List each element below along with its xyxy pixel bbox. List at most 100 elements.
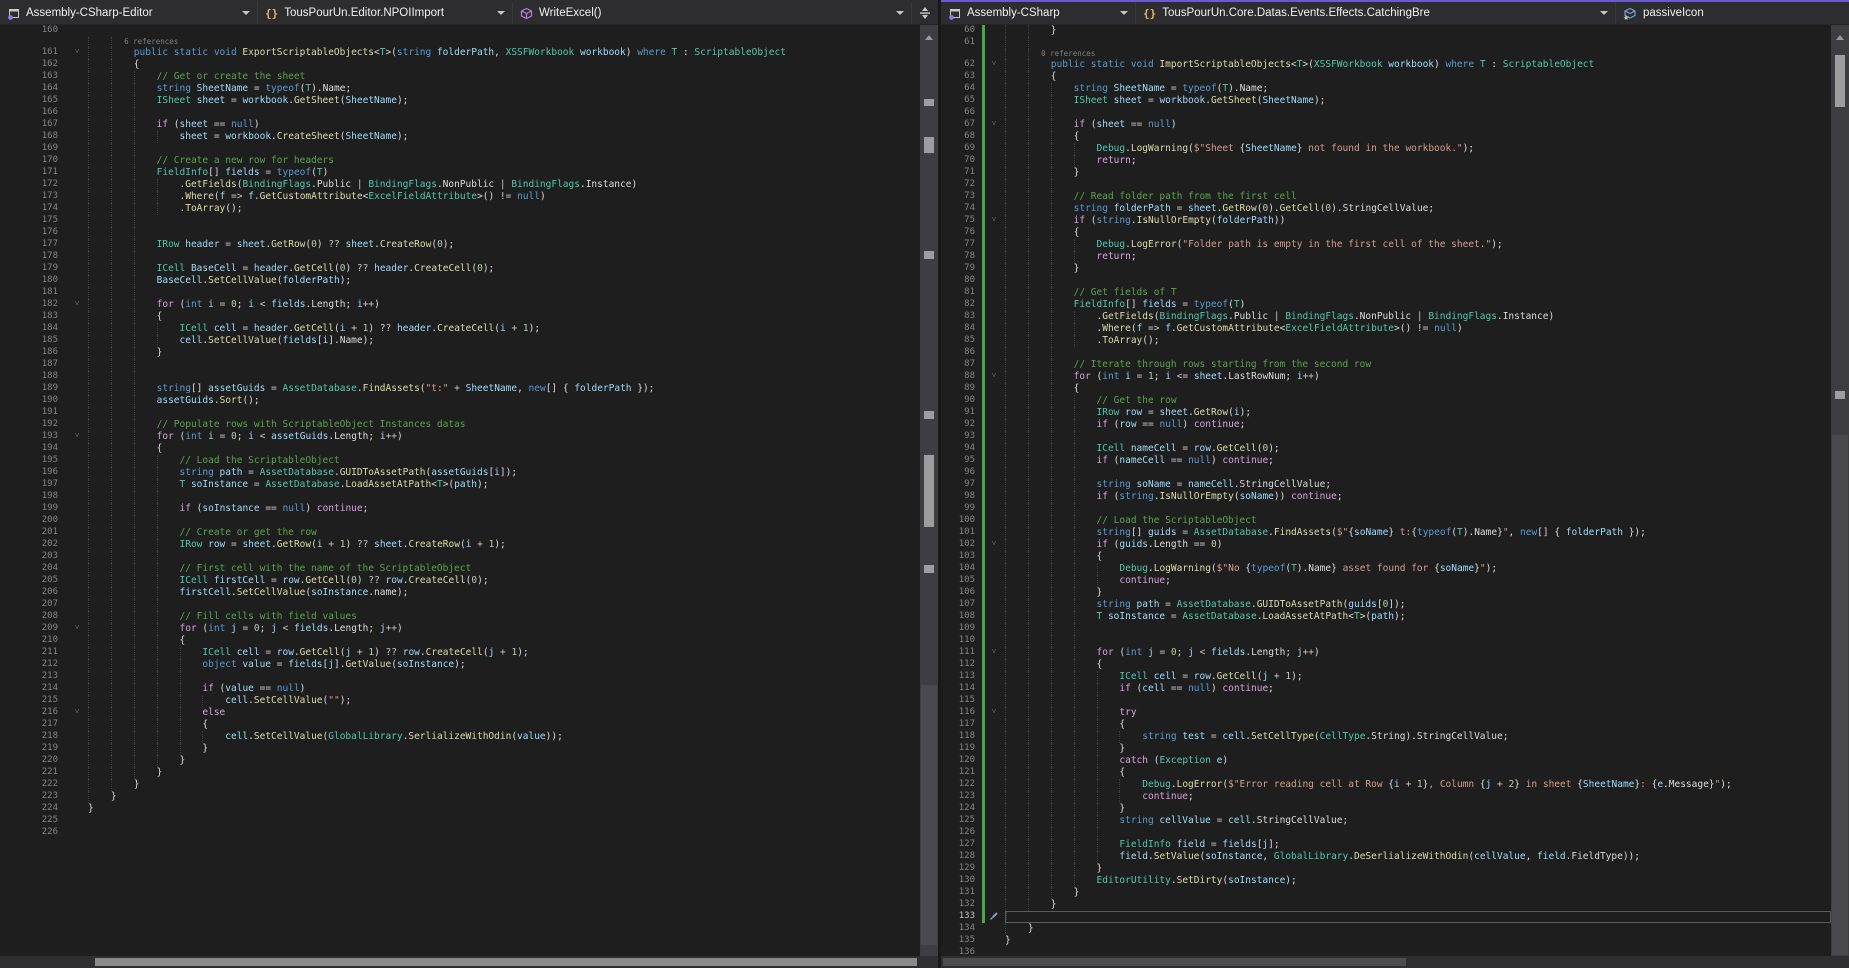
- indent-guide: [1028, 263, 1029, 275]
- code-text: FieldInfo field = fields[j];: [1005, 839, 1831, 850]
- glyph-margin: [987, 899, 1001, 911]
- change-track-bar: [981, 875, 987, 887]
- indent-guide: [1051, 503, 1052, 515]
- code-content: {: [1005, 659, 1831, 671]
- indent-guide: [1028, 491, 1029, 503]
- indent-guide: [1074, 863, 1075, 875]
- vertical-scrollbar-right[interactable]: [1831, 25, 1849, 956]
- scroll-up-arrow-icon[interactable]: [1836, 31, 1844, 40]
- fold-toggle-icon[interactable]: ˅: [987, 215, 1001, 227]
- indent-guide: [1097, 563, 1098, 575]
- field-cube-star-icon: ★: [1623, 7, 1637, 20]
- line-number: 204: [0, 563, 64, 575]
- fold-toggle-icon[interactable]: ˅: [70, 431, 84, 443]
- indent-guide: [1028, 83, 1029, 95]
- quick-action-glyph-margin[interactable]: [987, 911, 1001, 923]
- project-dropdown[interactable]: Assembly-CSharp: [941, 2, 1136, 24]
- line-number: 123: [941, 791, 981, 803]
- screwdriver-quick-action-icon[interactable]: [989, 911, 999, 921]
- glyph-margin: [70, 131, 84, 143]
- indent-guide: [1028, 239, 1029, 251]
- horizontal-scrollbar-left[interactable]: [0, 956, 920, 968]
- glyph-margin: [70, 107, 84, 119]
- indent-guide: [88, 47, 89, 59]
- indent-guide: [88, 131, 89, 143]
- fold-toggle-icon[interactable]: ˅: [70, 299, 84, 311]
- type-dropdown[interactable]: {} TousPourUn.Core.Datas.Events.Effects.…: [1136, 2, 1616, 24]
- glyph-margin: [70, 25, 84, 37]
- indent-guide: [1005, 419, 1006, 431]
- change-track-bar: [981, 695, 987, 707]
- glyph-margin: [987, 767, 1001, 779]
- member-dropdown[interactable]: ★ passiveIcon: [1616, 2, 1849, 24]
- line-number: 69: [941, 143, 981, 155]
- change-track-bar: [981, 815, 987, 827]
- code-content: // Get or create the sheet: [88, 71, 920, 83]
- code-line: 103{: [941, 551, 1831, 563]
- indent-guide: [1097, 575, 1098, 587]
- scrollbar-thumb[interactable]: [943, 958, 1406, 966]
- indent-guide: [1028, 479, 1029, 491]
- fold-toggle-icon[interactable]: ˅: [987, 371, 1001, 383]
- fold-toggle-icon[interactable]: ˅: [70, 47, 84, 59]
- code-text: if (cell == null) continue;: [1005, 683, 1831, 694]
- code-text: EditorUtility.SetDirty(soInstance);: [1005, 875, 1831, 886]
- code-text: for (int j = 0; j < fields.Length; j++): [1005, 647, 1831, 658]
- member-dropdown[interactable]: WriteExcel(): [513, 2, 912, 24]
- fold-toggle-icon[interactable]: ˅: [987, 119, 1001, 131]
- indent-guide: [157, 203, 158, 215]
- indent-guide: [1051, 563, 1052, 575]
- change-track-bar: [64, 407, 70, 419]
- line-number: 90: [941, 395, 981, 407]
- change-track-bar: [64, 743, 70, 755]
- indent-guide: [1074, 695, 1075, 707]
- fold-toggle-icon[interactable]: ˅: [987, 59, 1001, 71]
- scrollbar-thumb[interactable]: [921, 685, 937, 945]
- indent-guide: [111, 611, 112, 623]
- code-line: 95if (nameCell == null) continue;: [941, 455, 1831, 467]
- code-content: .GetFields(BindingFlags.Public | Binding…: [1005, 311, 1831, 323]
- indent-guide: [111, 287, 112, 299]
- horizontal-scrollbar-right[interactable]: [941, 956, 1831, 968]
- change-track-bar: [981, 755, 987, 767]
- line-number: 163: [0, 71, 64, 83]
- indent-guide: [1028, 59, 1029, 71]
- split-editor-button[interactable]: [912, 2, 938, 24]
- fold-toggle-icon[interactable]: ˅: [987, 707, 1001, 719]
- fold-toggle-icon[interactable]: ˅: [70, 707, 84, 719]
- fold-toggle-icon[interactable]: ˅: [987, 539, 1001, 551]
- code-content: cell.SetCellValue("");: [88, 695, 920, 707]
- scrollbar-thumb[interactable]: [1832, 435, 1848, 955]
- glyph-margin: [70, 647, 84, 659]
- indent-guide: [134, 455, 135, 467]
- indent-guide: [88, 155, 89, 167]
- code-content: [88, 815, 920, 827]
- code-editor-right[interactable]: 60}610 references62˅public static void I…: [941, 25, 1849, 968]
- scroll-up-arrow-icon[interactable]: [925, 31, 933, 40]
- indent-guide: [111, 263, 112, 275]
- change-track-bar: [64, 227, 70, 239]
- fold-toggle-icon[interactable]: ˅: [987, 647, 1001, 659]
- glyph-margin: [70, 503, 84, 515]
- line-number: 72: [941, 179, 981, 191]
- code-text: FieldInfo[] fields = typeof(T): [88, 167, 920, 178]
- code-line: 206firstCell.SetCellValue(soInstance.nam…: [0, 587, 920, 599]
- change-track-bar: [981, 539, 987, 551]
- line-number: 217: [0, 719, 64, 731]
- code-text: }: [1005, 167, 1831, 178]
- indent-guide: [1028, 551, 1029, 563]
- glyph-margin: [987, 779, 1001, 791]
- scrollbar-thumb[interactable]: [95, 958, 917, 966]
- type-dropdown[interactable]: {} TousPourUn.Editor.NPOIImport: [258, 2, 513, 24]
- glyph-margin: [70, 467, 84, 479]
- code-text: if (row == null) continue;: [1005, 419, 1831, 430]
- code-line: 225: [0, 815, 920, 827]
- project-dropdown[interactable]: Assembly-CSharp-Editor: [0, 2, 258, 24]
- code-editor-left[interactable]: 1606 references161˅public static void Ex…: [0, 25, 938, 968]
- vertical-scrollbar-left[interactable]: [920, 25, 938, 956]
- fold-toggle-icon[interactable]: ˅: [70, 623, 84, 635]
- change-track-bar: [64, 311, 70, 323]
- code-line: 200: [0, 515, 920, 527]
- code-line: 86: [941, 347, 1831, 359]
- scroll-mark: [924, 565, 934, 573]
